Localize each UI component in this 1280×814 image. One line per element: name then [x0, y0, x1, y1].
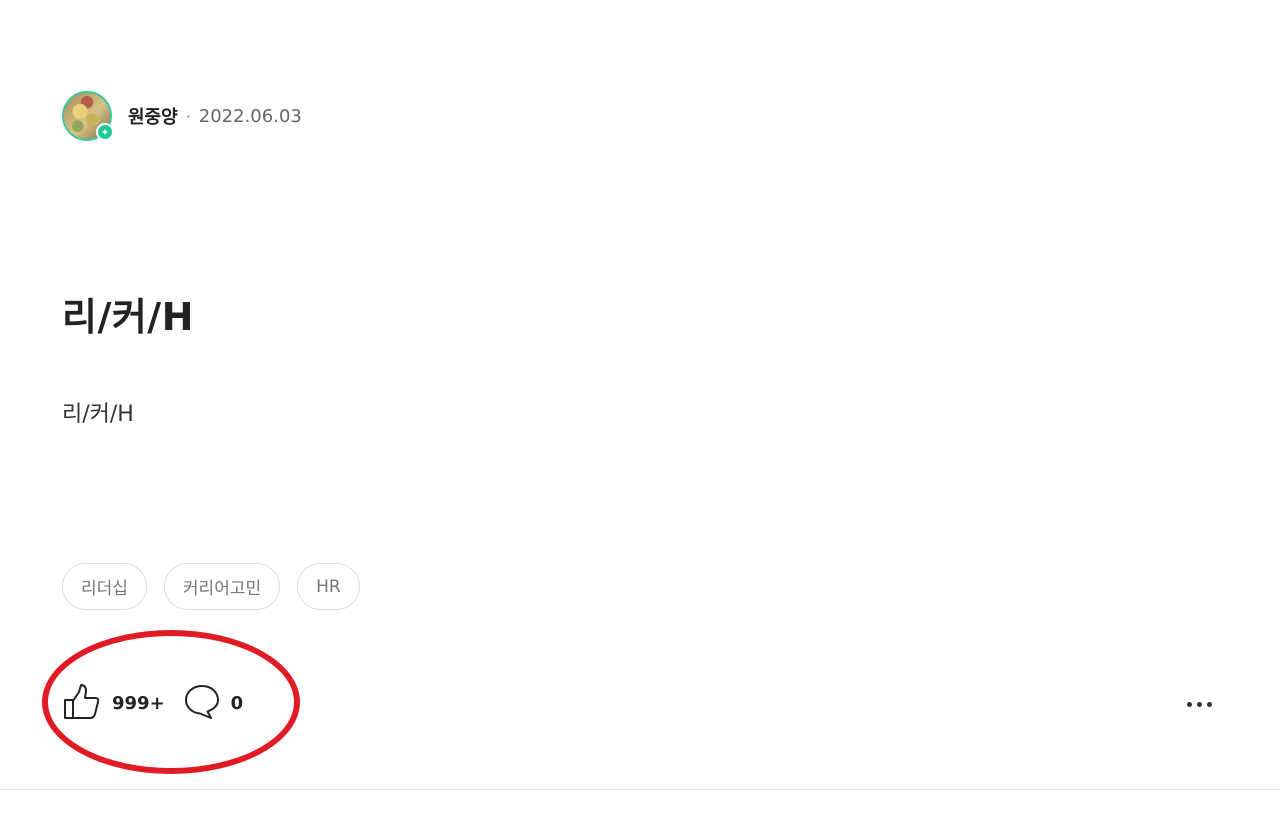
author-row: 원중양 · 2022.06.03 [62, 89, 302, 143]
reaction-bar: 999+ 0 [62, 682, 243, 724]
like-count: 999+ [112, 692, 165, 714]
post-title[interactable]: 리/커/H [62, 286, 194, 341]
author-name[interactable]: 원중양 [128, 103, 178, 129]
more-horizontal-icon [1186, 701, 1192, 707]
like-button[interactable]: 999+ [62, 681, 165, 725]
date-separator: · [185, 106, 191, 126]
more-horizontal-icon [1206, 701, 1212, 707]
tag-list: 리더십 커리어고민 HR [62, 563, 360, 610]
thumbs-up-icon [62, 681, 102, 725]
divider [0, 789, 1280, 790]
more-options-button[interactable] [1180, 690, 1218, 718]
more-horizontal-icon [1196, 701, 1202, 707]
post-body[interactable]: 리/커/H [62, 396, 134, 428]
tag-chip[interactable]: 커리어고민 [163, 563, 281, 610]
post-card: 원중양 · 2022.06.03 리/커/H 리/커/H 리더십 커리어고민 H… [0, 0, 1280, 814]
verified-badge-icon [96, 123, 114, 141]
tag-chip[interactable]: HR [297, 563, 360, 610]
avatar[interactable] [62, 91, 114, 141]
comment-button[interactable]: 0 [183, 682, 244, 724]
tag-chip[interactable]: 리더십 [62, 563, 147, 610]
comment-count: 0 [230, 692, 244, 714]
speech-bubble-icon [183, 682, 221, 724]
post-date: 2022.06.03 [198, 105, 302, 127]
